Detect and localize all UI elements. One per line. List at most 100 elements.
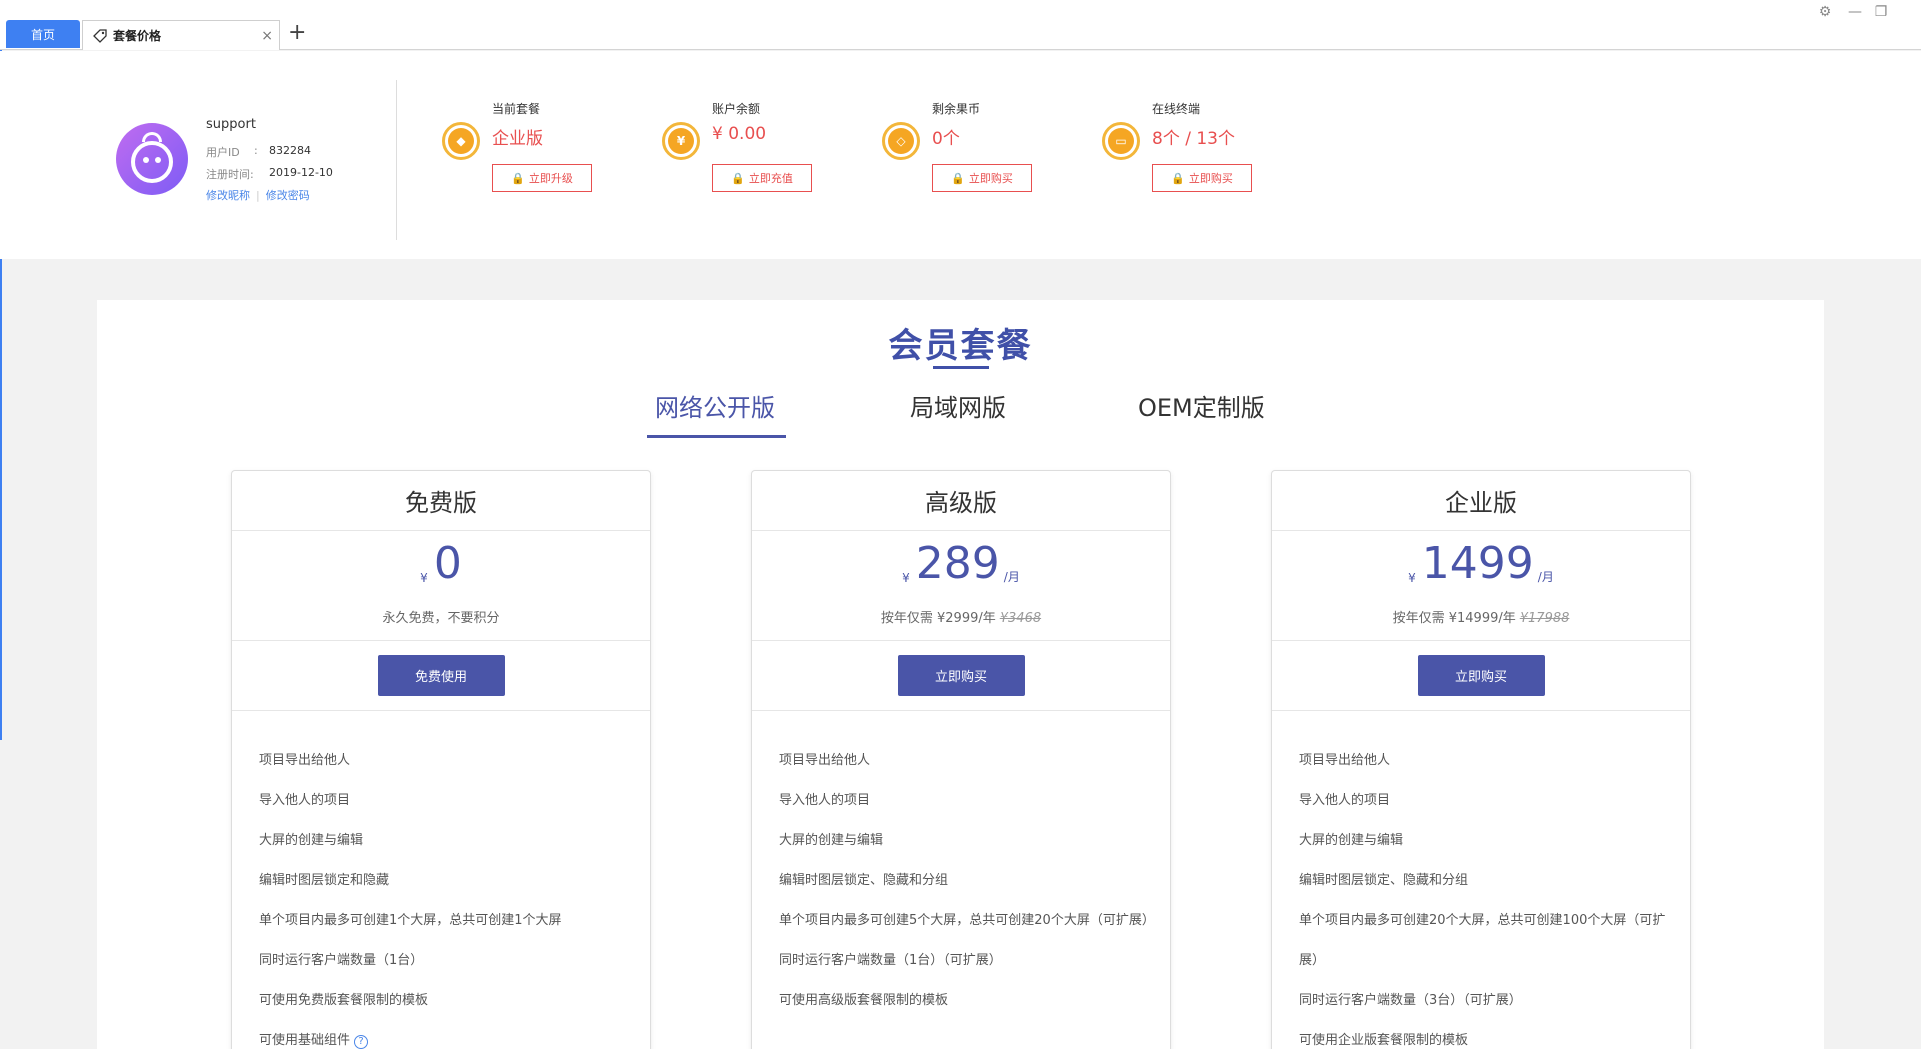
user-id-sep: : <box>254 144 258 157</box>
button-label: 立即购买 <box>1188 172 1233 185</box>
feature-item: 项目导出给他人 <box>779 753 871 768</box>
reg-time-label: 注册时间: <box>206 168 254 181</box>
title-underline <box>933 366 989 369</box>
feature-item: 导入他人的项目 <box>779 793 871 808</box>
plan-price: ¥ 1499 /月 按年仅需 ¥14999/年 ¥17988 <box>1272 531 1690 641</box>
original-price: ¥3468 <box>999 611 1042 626</box>
plan-card-free: 免费版 ¥ 0 永久免费，不要积分 免费使用 项目导出给他人 导入他人的项目 大… <box>231 470 651 1049</box>
feature-item: 同时运行客户端数量（1台） <box>259 953 424 968</box>
price-period: /月 <box>1003 570 1020 584</box>
buy-now-button[interactable]: 立即购买 <box>1417 655 1545 696</box>
tab-home[interactable]: 首页 <box>6 20 80 48</box>
currency: ¥ <box>420 571 428 585</box>
plan-title: 高级版 <box>752 471 1170 531</box>
feature-item: 大屏的创建与编辑 <box>779 833 884 848</box>
plan-card-advanced: 高级版 ¥ 289 /月 按年仅需 ¥2999/年 ¥3468 立即购买 项目导出… <box>751 470 1171 1049</box>
stat-coins: ◇ 剩余果币 0个 🔒 立即购买 <box>882 96 1082 206</box>
tab-public[interactable]: 网络公开版 <box>655 388 775 423</box>
tab-pricing[interactable]: 套餐价格 × <box>82 20 280 50</box>
feature-item: 大屏的创建与编辑 <box>1299 833 1404 848</box>
buy-coins-button[interactable]: 🔒 立即购买 <box>932 164 1032 192</box>
plan-title: 免费版 <box>232 471 650 531</box>
diamond-icon: ◆ <box>442 122 480 160</box>
lock-icon: 🔒 <box>951 171 965 185</box>
edit-password-link[interactable]: 修改密码 <box>266 189 310 202</box>
plan-price: ¥ 289 /月 按年仅需 ¥2999/年 ¥3468 <box>752 531 1170 641</box>
stat-value: 8个 / 13个 <box>1152 129 1235 149</box>
feature-item: 单个项目内最多可创建1个大屏，总共可创建1个大屏 <box>259 913 562 928</box>
user-links: 修改昵称 | 修改密码 <box>206 187 310 203</box>
lock-icon: 🔒 <box>731 171 745 185</box>
feature-list: 项目导出给他人 导入他人的项目 大屏的创建与编辑 编辑时图层锁定、隐藏和分组 单… <box>752 711 1170 1021</box>
stat-label: 剩余果币 <box>932 102 981 116</box>
feature-item: 同时运行客户端数量（3台）（可扩展） <box>1299 993 1522 1008</box>
price-value: 0 <box>433 538 462 589</box>
stat-value: 企业版 <box>492 129 543 149</box>
feature-item: 单个项目内最多可创建20个大屏，总共可创建100个大屏（可扩展） <box>1299 913 1666 968</box>
upgrade-button[interactable]: 🔒 立即升级 <box>492 164 592 192</box>
button-label: 立即升级 <box>528 172 573 185</box>
price-note: 按年仅需 ¥14999/年 ¥17988 <box>1392 611 1570 626</box>
avatar[interactable] <box>116 123 188 195</box>
stat-label: 账户余额 <box>712 102 761 116</box>
feature-item: 编辑时图层锁定、隐藏和分组 <box>779 873 949 888</box>
divider <box>396 80 397 240</box>
feature-item: 同时运行客户端数量（1台）（可扩展） <box>779 953 1002 968</box>
settings-icon[interactable]: ⚙ <box>1812 2 1838 22</box>
free-use-button[interactable]: 免费使用 <box>377 655 505 696</box>
user-name: support <box>206 117 256 132</box>
price-note: 永久免费，不要积分 <box>382 611 500 626</box>
tab-pricing-label: 套餐价格 <box>113 29 162 43</box>
feature-item: 可使用高级版套餐限制的模板 <box>779 993 949 1008</box>
money-bag-icon: ¥ <box>662 122 700 160</box>
feature-list: 项目导出给他人 导入他人的项目 大屏的创建与编辑 编辑时图层锁定、隐藏和分组 单… <box>1272 711 1690 1049</box>
plan-card-enterprise: 企业版 ¥ 1499 /月 按年仅需 ¥14999/年 ¥17988 立即购买 项… <box>1271 470 1691 1049</box>
reg-time-value: 2019-12-10 <box>269 166 333 179</box>
help-icon[interactable]: ? <box>354 1035 369 1049</box>
buy-terminals-button[interactable]: 🔒 立即购买 <box>1152 164 1252 192</box>
feature-item: 大屏的创建与编辑 <box>259 833 364 848</box>
minimize-icon[interactable]: — <box>1842 2 1868 22</box>
stat-label: 在线终端 <box>1152 102 1201 116</box>
feature-item: 项目导出给他人 <box>259 753 351 768</box>
feature-item: 项目导出给他人 <box>1299 753 1391 768</box>
feature-item: 导入他人的项目 <box>1299 793 1391 808</box>
feature-item: 编辑时图层锁定、隐藏和分组 <box>1299 873 1469 888</box>
edit-nickname-link[interactable]: 修改昵称 <box>206 189 250 202</box>
stat-terminals: ▭ 在线终端 8个 / 13个 🔒 立即购买 <box>1102 96 1302 206</box>
user-id-label: 用户ID <box>206 146 240 159</box>
user-id-row: 用户ID : 832284 <box>206 144 311 160</box>
tab-oem[interactable]: OEM定制版 <box>1138 388 1265 423</box>
plan-price: ¥ 0 永久免费，不要积分 <box>232 531 650 641</box>
price-value: 1499 <box>1421 538 1534 589</box>
lock-icon: 🔒 <box>511 171 525 185</box>
feature-item: 可使用基础组件? <box>259 1021 650 1049</box>
plan-title: 企业版 <box>1272 471 1690 531</box>
page-title: 会员套餐 <box>888 326 1033 366</box>
button-label: 立即充值 <box>748 172 793 185</box>
stat-label: 当前套餐 <box>492 102 541 116</box>
membership-panel: 会员套餐 网络公开版 局域网版 OEM定制版 免费版 ¥ 0 永久免费，不要积分… <box>97 300 1824 1049</box>
feature-item: 可使用免费版套餐限制的模板 <box>259 993 429 1008</box>
buy-now-button[interactable]: 立即购买 <box>897 655 1025 696</box>
user-id-value: 832284 <box>269 144 311 157</box>
button-label: 立即购买 <box>968 172 1013 185</box>
close-icon[interactable]: × <box>261 28 273 44</box>
monitor-icon: ▭ <box>1102 122 1140 160</box>
price-note: 按年仅需 ¥2999/年 ¥3468 <box>880 611 1042 626</box>
original-price: ¥17988 <box>1519 611 1570 626</box>
recharge-button[interactable]: 🔒 立即充值 <box>712 164 812 192</box>
stat-value: 0个 <box>932 129 960 149</box>
coin-icon: ◇ <box>882 122 920 160</box>
link-separator: | <box>256 189 260 202</box>
profile-panel: support 用户ID : 832284 注册时间: 2019-12-10 修… <box>0 51 1921 259</box>
tab-bar: 首页 套餐价格 × + ⚙ — ❐ <box>0 0 1921 50</box>
feature-item: 编辑时图层锁定和隐藏 <box>259 873 390 888</box>
active-tab-indicator <box>647 435 786 438</box>
price-period: /月 <box>1537 570 1554 584</box>
tab-lan[interactable]: 局域网版 <box>910 388 1006 423</box>
feature-list: 项目导出给他人 导入他人的项目 大屏的创建与编辑 编辑时图层锁定和隐藏 单个项目… <box>232 711 650 1049</box>
currency: ¥ <box>1408 571 1416 585</box>
add-tab-button[interactable]: + <box>288 22 306 44</box>
restore-icon[interactable]: ❐ <box>1868 2 1894 22</box>
